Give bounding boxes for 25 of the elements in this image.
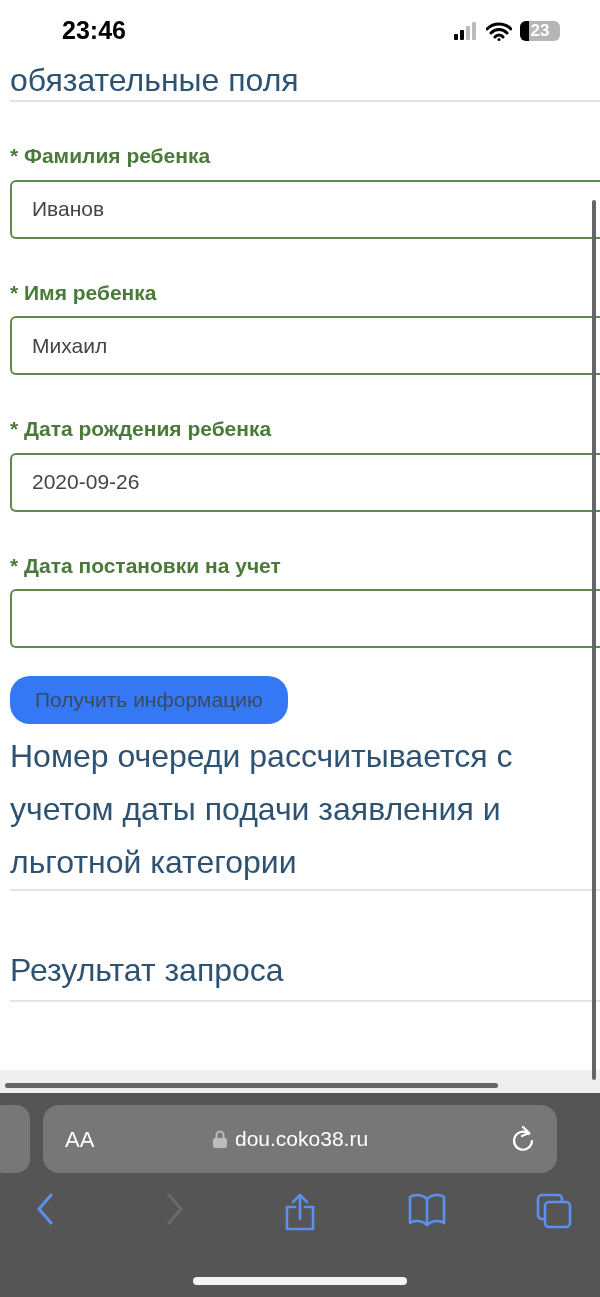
clock-time: 23:46 [62, 15, 126, 47]
field-label: * Дата постановки на учет [10, 552, 281, 579]
field-label: * Фамилия ребенка [10, 143, 211, 169]
field-label: * Дата рождения ребенка [10, 416, 272, 442]
back-button[interactable] [35, 1193, 55, 1225]
section-heading: обязательные поля [10, 62, 299, 98]
address-bar[interactable]: AA dou.coko38.ru [43, 1105, 557, 1173]
result-heading: Результат запроса [10, 950, 285, 990]
text-size-button[interactable]: AA [65, 1122, 95, 1156]
tab-preview[interactable] [0, 1105, 30, 1173]
tabs-button[interactable] [536, 1193, 572, 1229]
wifi-icon [486, 21, 512, 41]
input-field[interactable]: 2020-09-26 [10, 452, 600, 512]
info-heading: Номер очереди рассчитывается с учетом даты подачи заявления и льготной категории [10, 736, 514, 882]
input-field[interactable]: Иванов [10, 179, 600, 239]
input-field[interactable] [10, 589, 600, 648]
battery-level: 23 [530, 21, 550, 41]
bookmarks-button[interactable] [408, 1193, 446, 1227]
reload-icon[interactable] [511, 1126, 535, 1152]
lock-icon [213, 1130, 227, 1148]
input-field[interactable]: Михаил [10, 316, 600, 375]
share-button[interactable] [284, 1193, 316, 1231]
field-label: * Имя ребенка [10, 279, 157, 306]
url-text: dou.coko38.ru [235, 1126, 369, 1153]
signal-icon [454, 22, 478, 40]
